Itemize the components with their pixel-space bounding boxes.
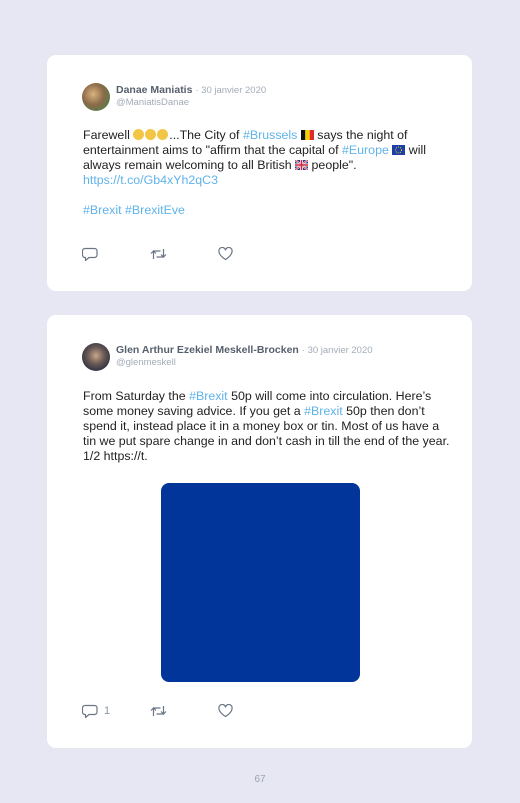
text-segment: From Saturday the <box>83 389 190 403</box>
heart-icon <box>218 247 233 261</box>
hashtag-link[interactable]: #Brexit <box>189 389 228 403</box>
avatar[interactable] <box>82 83 110 111</box>
author-name[interactable]: Danae Maniatis <box>116 84 192 96</box>
author-handle[interactable]: @glenmeskell <box>116 357 176 368</box>
author-name[interactable]: Glen Arthur Ezekiel Meskell-Brocken <box>116 344 299 356</box>
tweet-text: From Saturday the #Brexit 50p will come … <box>83 389 453 464</box>
page-number: 67 <box>254 774 266 785</box>
hashtag-link[interactable]: #Brexit <box>304 404 343 418</box>
reply-button[interactable] <box>82 246 104 262</box>
hashtag-link[interactable]: #Brussels <box>243 128 297 142</box>
tweet-card: Danae Maniatis · 30 janvier 2020 @Maniat… <box>47 55 472 291</box>
avatar[interactable] <box>82 343 110 371</box>
hashtag-link[interactable]: #Europe <box>342 143 389 157</box>
heart-icon <box>218 704 233 718</box>
hashtag-link[interactable]: #BrexitEve <box>125 203 185 217</box>
tweet-card: Glen Arthur Ezekiel Meskell-Brocken · 30… <box>47 315 472 748</box>
like-button[interactable] <box>218 246 233 262</box>
retweet-button[interactable] <box>150 246 167 262</box>
text-segment: ...The City of <box>169 128 243 142</box>
tweet-header: Danae Maniatis · 30 janvier 2020 <box>116 84 266 97</box>
tweet-date[interactable]: · 30 janvier 2020 <box>195 85 266 96</box>
like-button[interactable] <box>218 703 233 719</box>
belgium-flag-icon <box>300 130 314 140</box>
tweet-header: Glen Arthur Ezekiel Meskell-Brocken · 30… <box>116 344 373 357</box>
eu-flag-icon <box>392 145 406 155</box>
crying-emoji-icon <box>145 129 157 140</box>
comment-icon <box>82 704 98 718</box>
tweet-actions: 1 <box>82 703 252 719</box>
tweet-date[interactable]: · 30 janvier 2020 <box>302 345 373 356</box>
uk-flag-icon <box>295 160 309 170</box>
tweet-photo[interactable] <box>161 483 360 682</box>
tweet-actions <box>82 246 252 262</box>
reply-count: 1 <box>104 705 111 717</box>
retweet-icon <box>150 249 167 259</box>
retweet-button[interactable] <box>150 703 167 719</box>
retweet-icon <box>150 706 167 716</box>
comment-icon <box>82 247 98 261</box>
reply-button[interactable]: 1 <box>82 703 110 719</box>
hashtag-link[interactable]: #Brexit <box>83 203 122 217</box>
text-segment: Farewell <box>83 128 134 142</box>
text-segment: people". <box>308 158 357 172</box>
author-handle[interactable]: @ManiatisDanae <box>116 97 189 108</box>
tweet-url-link[interactable]: https://t.co/Gb4xYh2qC3 <box>83 173 218 187</box>
crying-emoji-icon <box>133 129 145 140</box>
tweet-text: Farewell ...The City of #Brussels says t… <box>83 128 453 218</box>
sobbing-emoji-icon <box>157 129 169 140</box>
